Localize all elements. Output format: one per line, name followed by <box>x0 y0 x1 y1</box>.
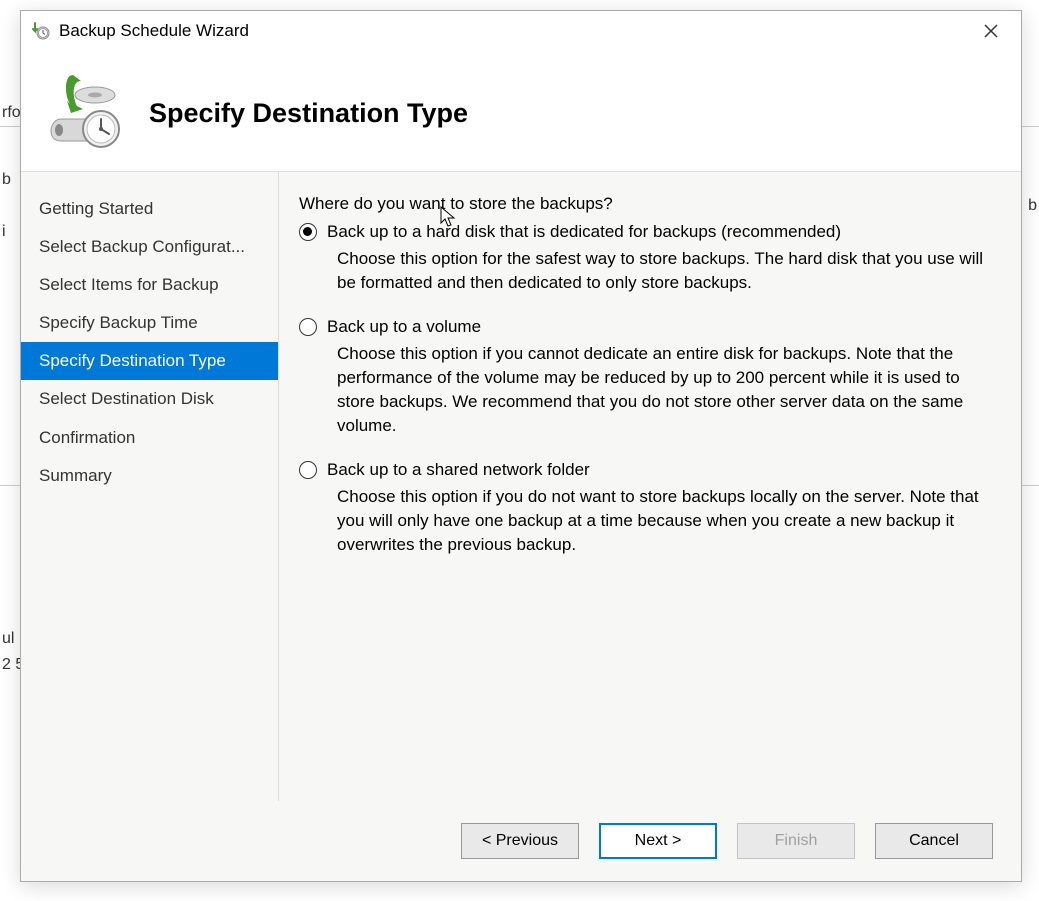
close-button[interactable] <box>971 16 1011 46</box>
sidebar-item-specify-time[interactable]: Specify Backup Time <box>21 304 278 342</box>
radio-volume[interactable] <box>299 318 317 336</box>
option-label: Back up to a hard disk that is dedicated… <box>327 220 841 245</box>
sidebar-item-select-items[interactable]: Select Items for Backup <box>21 266 278 304</box>
option-label: Back up to a volume <box>327 315 481 340</box>
finish-button: Finish <box>737 823 855 859</box>
close-icon <box>984 24 998 38</box>
option-network-folder[interactable]: Back up to a shared network folder <box>299 458 991 483</box>
sidebar-item-confirmation[interactable]: Confirmation <box>21 419 278 457</box>
window-title: Backup Schedule Wizard <box>59 21 249 41</box>
prompt-text: Where do you want to store the backups? <box>299 194 991 214</box>
previous-button[interactable]: < Previous <box>461 823 579 859</box>
sidebar-item-select-backup-config[interactable]: Select Backup Configurat... <box>21 228 278 266</box>
wizard-header: Specify Destination Type <box>21 51 1021 171</box>
wizard-body: Getting Started Select Backup Configurat… <box>21 171 1021 801</box>
cancel-button[interactable]: Cancel <box>875 823 993 859</box>
wizard-footer: < Previous Next > Finish Cancel <box>21 801 1021 881</box>
wizard-content: Where do you want to store the backups? … <box>279 172 1021 801</box>
radio-dedicated-disk[interactable] <box>299 223 317 241</box>
option-label: Back up to a shared network folder <box>327 458 590 483</box>
next-button[interactable]: Next > <box>599 823 717 859</box>
wizard-dialog: Backup Schedule Wizard Specify Destinati… <box>20 10 1022 882</box>
sidebar-item-specify-destination-type[interactable]: Specify Destination Type <box>21 342 278 380</box>
option-volume[interactable]: Back up to a volume <box>299 315 991 340</box>
wizard-steps-sidebar: Getting Started Select Backup Configurat… <box>21 172 279 801</box>
option-description: Choose this option if you do not want to… <box>337 485 987 557</box>
titlebar[interactable]: Backup Schedule Wizard <box>21 11 1021 51</box>
radio-network-folder[interactable] <box>299 461 317 479</box>
option-dedicated-disk[interactable]: Back up to a hard disk that is dedicated… <box>299 220 991 245</box>
sidebar-item-summary[interactable]: Summary <box>21 457 278 495</box>
sidebar-item-getting-started[interactable]: Getting Started <box>21 190 278 228</box>
backup-schedule-icon <box>31 21 51 41</box>
page-title: Specify Destination Type <box>149 94 468 129</box>
option-description: Choose this option if you cannot dedicat… <box>337 342 987 439</box>
option-description: Choose this option for the safest way to… <box>337 247 987 295</box>
sidebar-item-select-destination-disk[interactable]: Select Destination Disk <box>21 380 278 418</box>
wizard-header-icon <box>41 67 129 155</box>
